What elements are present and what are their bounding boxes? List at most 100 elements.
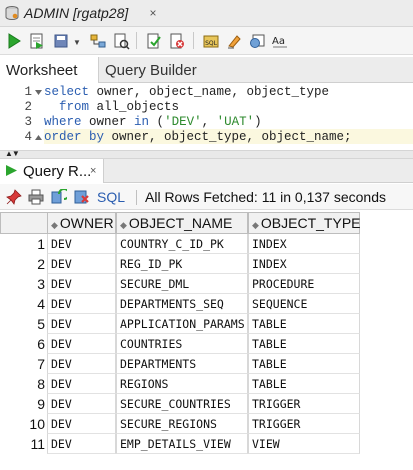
column-header-object-name[interactable]: ◆ OBJECT_NAME [116, 212, 248, 234]
table-row[interactable]: 7 DEV DEPARTMENTS TABLE [0, 354, 360, 374]
clear-icon[interactable] [224, 31, 243, 50]
table-row[interactable]: 10 DEV SECURE_REGIONS TRIGGER [0, 414, 360, 434]
table-cell[interactable]: DEV [47, 274, 116, 294]
sql-editor[interactable]: 1 2 3 4 select owner, object_name, objec… [0, 84, 413, 150]
results-grid[interactable]: ◆ OWNER ◆ OBJECT_NAME ◆ OBJECT_TYPE 1 DEV COU… [0, 212, 413, 470]
table-cell[interactable]: TABLE [248, 334, 360, 354]
table-row[interactable]: 8 DEV REGIONS TABLE [0, 374, 360, 394]
table-cell[interactable]: INDEX [248, 254, 360, 274]
row-number: 10 [29, 416, 45, 432]
line-number: 1 [24, 85, 32, 99]
run-script-icon[interactable] [27, 31, 46, 50]
table-cell[interactable]: INDEX [248, 234, 360, 254]
explain-plan-icon[interactable] [88, 31, 107, 50]
table-cell[interactable]: DEPARTMENTS [116, 354, 248, 374]
table-cell[interactable]: EMP_DETAILS_VIEW [116, 434, 248, 454]
column-header-label: OBJECT_TYPE [260, 215, 361, 231]
table-cell[interactable]: DEV [47, 394, 116, 414]
column-header-object-type[interactable]: ◆ OBJECT_TYPE [248, 212, 361, 234]
table-cell[interactable]: VIEW [248, 434, 360, 454]
worksheet-toolbar: ▼ SQL Aa [0, 27, 413, 55]
print-icon[interactable] [28, 189, 44, 205]
sort-icon[interactable]: ◆ [51, 220, 58, 230]
pin-icon[interactable] [6, 189, 22, 205]
column-header-owner[interactable]: ◆ OWNER [47, 212, 116, 234]
table-cell[interactable]: APPLICATION_PARAMS [116, 314, 248, 334]
table-cell[interactable]: SEQUENCE [248, 294, 360, 314]
table-row[interactable]: 9 DEV SECURE_COUNTRIES TRIGGER [0, 394, 360, 414]
tab-query-result[interactable]: Query R... × [0, 159, 104, 183]
table-cell[interactable]: REG_ID_PK [116, 254, 248, 274]
table-cell[interactable]: PROCEDURE [248, 274, 360, 294]
query-result-tab-label: Query R... [23, 163, 92, 180]
table-row[interactable]: 3 DEV SECURE_DML PROCEDURE [0, 274, 360, 294]
table-row[interactable]: 11 DEV EMP_DETAILS_VIEW VIEW [0, 434, 360, 454]
table-cell[interactable]: DEV [47, 354, 116, 374]
table-cell[interactable]: DEV [47, 314, 116, 334]
format-icon[interactable] [247, 31, 266, 50]
table-cell[interactable]: TRIGGER [248, 394, 360, 414]
close-icon[interactable]: × [90, 165, 96, 177]
sql-text: all_objects [96, 100, 180, 114]
grid-header-row: ◆ OWNER ◆ OBJECT_NAME ◆ OBJECT_TYPE [0, 212, 361, 234]
table-cell[interactable]: TABLE [248, 374, 360, 394]
sort-icon[interactable]: ◆ [252, 220, 259, 230]
table-cell[interactable]: DEPARTMENTS_SEQ [116, 294, 248, 314]
sql-link[interactable]: SQL [97, 189, 125, 205]
sort-icon[interactable]: ◆ [120, 220, 127, 230]
table-cell[interactable]: SECURE_DML [116, 274, 248, 294]
table-row[interactable]: 2 DEV REG_ID_PK INDEX [0, 254, 360, 274]
to-upper-icon[interactable]: Aa [270, 31, 289, 50]
table-cell[interactable]: TRIGGER [248, 414, 360, 434]
table-row[interactable]: 1 DEV COUNTRY_C_ID_PK INDEX [0, 234, 360, 254]
table-cell[interactable]: DEV [47, 334, 116, 354]
table-cell[interactable]: REGIONS [116, 374, 248, 394]
table-row[interactable]: 6 DEV COUNTRIES TABLE [0, 334, 360, 354]
cancel-query-icon[interactable] [74, 189, 90, 205]
editor-tab-strip: Worksheet Query Builder [0, 57, 413, 83]
row-number: 11 [30, 436, 45, 452]
column-header-label: OWNER [59, 215, 114, 231]
table-cell[interactable]: DEV [47, 374, 116, 394]
table-cell[interactable]: DEV [47, 434, 116, 454]
fold-collapse-icon[interactable] [35, 89, 42, 96]
commit-icon[interactable] [51, 31, 70, 50]
line-number-gutter: 1 2 3 4 [0, 84, 42, 150]
table-cell[interactable]: DEV [47, 234, 116, 254]
code-line-4: order by owner, object_type, object_name… [44, 130, 352, 144]
run-result-icon [6, 165, 17, 176]
close-icon[interactable]: × [146, 6, 160, 20]
pane-splitter[interactable]: ▲▼ [0, 149, 413, 159]
tab-worksheet[interactable]: Worksheet [0, 57, 99, 83]
chevron-down-icon[interactable]: ▼ [73, 38, 81, 47]
worksheet-title-tab[interactable]: ADMIN [rgatp28] × [0, 0, 413, 27]
row-number: 8 [37, 376, 45, 392]
table-cell[interactable]: DEV [47, 254, 116, 274]
table-cell[interactable]: DEV [47, 414, 116, 434]
splitter-arrows-icon[interactable]: ▲▼ [5, 149, 20, 158]
table-cell[interactable]: COUNTRIES [116, 334, 248, 354]
sql-string: 'UAT' [216, 115, 255, 129]
table-cell[interactable]: TABLE [248, 354, 360, 374]
tab-query-builder[interactable]: Query Builder [99, 57, 203, 83]
table-row[interactable]: 4 DEV DEPARTMENTS_SEQ SEQUENCE [0, 294, 360, 314]
table-cell[interactable]: TABLE [248, 314, 360, 334]
toolbar-separator [136, 32, 137, 49]
table-cell[interactable]: DEV [47, 294, 116, 314]
sql-tuning-icon[interactable] [144, 31, 163, 50]
rollback-icon[interactable] [167, 31, 186, 50]
autotrace-icon[interactable] [111, 31, 130, 50]
sql-history-icon[interactable]: SQL [201, 31, 220, 50]
column-header-label: OBJECT_NAME [128, 215, 233, 231]
table-row[interactable]: 5 DEV APPLICATION_PARAMS TABLE [0, 314, 360, 334]
table-cell[interactable]: COUNTRY_C_ID_PK [116, 234, 248, 254]
sql-keyword: in [134, 115, 157, 129]
row-number: 3 [37, 276, 45, 292]
fold-end-icon[interactable] [35, 134, 42, 141]
fetch-status: All Rows Fetched: 11 in 0,137 seconds [145, 189, 386, 205]
row-number: 1 [37, 236, 45, 252]
table-cell[interactable]: SECURE_COUNTRIES [116, 394, 248, 414]
table-cell[interactable]: SECURE_REGIONS [116, 414, 248, 434]
refresh-icon[interactable] [51, 188, 70, 205]
run-statement-icon[interactable] [4, 31, 23, 50]
